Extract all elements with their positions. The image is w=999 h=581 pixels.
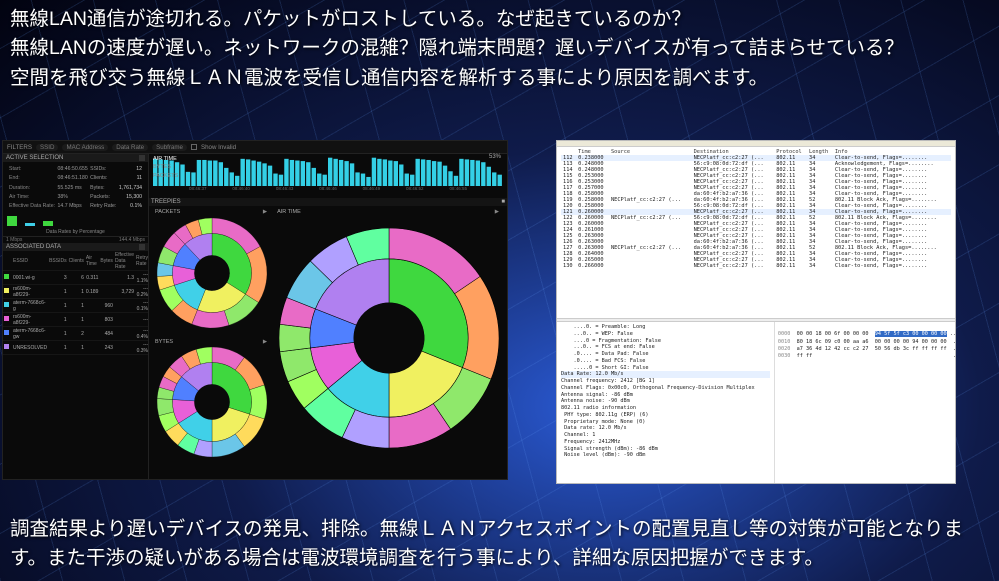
datarate-filter[interactable]: Data Rate — [112, 144, 148, 151]
hex-addr: 0030 — [778, 353, 791, 359]
hero-text-top: 無線LAN通信が途切れる。パケットがロストしている。なぜ起きているのか？ 無線L… — [0, 0, 999, 96]
show-invalid-label: Show Invalid — [201, 144, 236, 151]
collapse-icon[interactable] — [139, 155, 145, 161]
hex-selected: 94 5f 5f c3 00 00 00 00 — [875, 331, 947, 337]
table-row[interactable]: rs600m-a8f229-11803--- — [3, 313, 148, 327]
packet-capture-window: TimeSourceDestinationProtocolLengthInfo1… — [556, 140, 956, 484]
table-row[interactable]: 0001.wi-g360.3111.3--- 1.1% — [3, 271, 148, 285]
packet-row[interactable]: 1300.266000NECPlatf_cc:c2:27 (...802.113… — [561, 263, 951, 269]
bars-caption: Data Rates by Percentage — [3, 228, 148, 237]
data-rate-bars — [3, 214, 148, 228]
hex-bytes: ff ff .. — [790, 353, 955, 359]
filters-label: FILTERS — [7, 144, 32, 151]
collapse-icon[interactable]: ■ — [501, 199, 505, 205]
right-arrow-icon[interactable]: ▶ — [263, 339, 267, 345]
active-selection-header: ACTIVE SELECTION — [3, 154, 148, 162]
assoc-data-title: ASSOCIATED DATA — [6, 244, 61, 250]
packet-list[interactable]: TimeSourceDestinationProtocolLengthInfo1… — [561, 148, 951, 269]
hex-bytes: 00 00 18 00 6f 00 00 00 — [790, 331, 874, 337]
active-selection-title: ACTIVE SELECTION — [6, 155, 63, 161]
pie-airtime-label: AIR TIME — [277, 209, 301, 215]
ssid-filter[interactable]: SSID — [36, 144, 58, 151]
collapse-icon[interactable] — [139, 244, 145, 250]
hex-bytes: 80 18 6c 09 c0 00 aa a6 00 00 00 00 94 0… — [790, 339, 955, 345]
assoc-data-header: ASSOCIATED DATA — [3, 243, 148, 251]
filter-bar: FILTERS SSID MAC Address Data Rate Subfr… — [3, 141, 507, 154]
hex-addr: 0020 — [778, 346, 791, 352]
hex-view[interactable]: 0000 00 00 18 00 6f 00 00 00 94 5f 5f c3… — [774, 322, 955, 483]
tab-packets[interactable]: PACKETS — [153, 172, 178, 180]
packet-tree[interactable]: ....0. = Preamble: Long ...0.. = WEP: Fa… — [557, 322, 774, 483]
hex-bytes: a7 36 4d 12 42 cc c2 27 50 56 db 3c ff f… — [790, 346, 955, 352]
assoc-table[interactable]: ESSIDBSSIDsClientsAir TimeBytesEffective… — [3, 251, 148, 355]
pie-bytes-label: BYTES — [155, 339, 173, 345]
active-selection-stats: Start:08:46:50.655SSIDs:12End:08:46:51.1… — [3, 162, 148, 214]
airtime-chart[interactable]: AIR TIME BYTES PACKETS 53% 08:46:3708:46… — [149, 154, 507, 198]
table-row[interactable]: rs600m-a8f229-110.1893,729--- 0.2% — [3, 285, 148, 299]
subframe-filter[interactable]: Subframe — [152, 144, 187, 151]
pie-packets-label: PACKETS — [155, 209, 180, 215]
hex-addr: 0000 — [778, 331, 791, 337]
show-invalid-checkbox[interactable] — [191, 144, 197, 150]
right-arrow-icon[interactable]: ▶ — [495, 209, 499, 215]
treepies-title: TREEPIES — [151, 199, 181, 205]
hex-ascii: ....... ._._..... — [947, 331, 955, 337]
mac-filter[interactable]: MAC Address — [62, 144, 108, 151]
right-arrow-icon[interactable]: ▶ — [263, 209, 267, 215]
hero-text-bottom: 調査結果より遅いデバイスの発見、排除。無線ＬＡＮアクセスポイントの配置見直し等の… — [0, 515, 999, 574]
airtime-pct-max: 53% — [489, 154, 501, 160]
table-row[interactable]: aterm-7668c6-g11960--- 0.1% — [3, 299, 148, 313]
table-row[interactable]: UNRESOLVED11243--- 0.3% — [3, 341, 148, 355]
tab-airtime[interactable]: AIR TIME — [153, 155, 178, 163]
tab-bytes[interactable]: BYTES — [153, 163, 178, 171]
hex-addr: 0010 — [778, 339, 791, 345]
wifi-analyzer-window: FILTERS SSID MAC Address Data Rate Subfr… — [2, 140, 508, 480]
table-row[interactable]: aterm-7668c6-gw12484--- 0.4% — [3, 327, 148, 341]
